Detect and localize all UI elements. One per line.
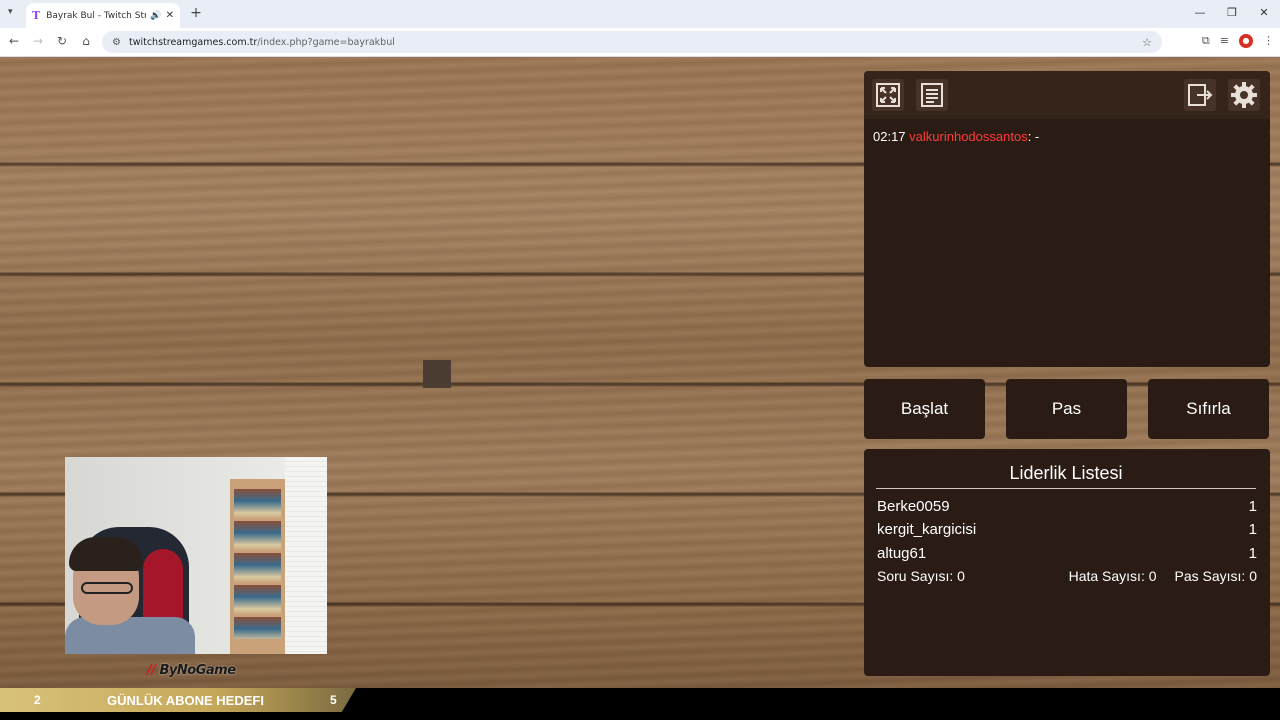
leaderboard-row: altug61 1 bbox=[877, 545, 1257, 562]
leaderboard-row: kergit_kargicisi 1 bbox=[877, 521, 1257, 538]
toolbar-right: ⧉ ≡ ● ⋮ bbox=[1202, 34, 1274, 48]
chat-panel: 02:17 valkurinhodossantos: - bbox=[864, 71, 1270, 367]
close-window-icon[interactable]: ✕ bbox=[1248, 0, 1280, 28]
tab-title: Bayrak Bul - Twitch Stream bbox=[46, 10, 147, 21]
fullscreen-icon[interactable] bbox=[872, 79, 904, 111]
error-count: Hata Sayısı: 0 bbox=[1068, 568, 1157, 584]
browser-toolbar: ← → ↻ ⌂ ⚙ twitchstreamgames.com.tr/index… bbox=[0, 28, 1280, 57]
sub-goal-current: 2 bbox=[34, 693, 41, 707]
url-path: /index.php?game=bayrakbul bbox=[257, 36, 395, 48]
chat-user: valkurinhodossantos bbox=[909, 129, 1028, 144]
arrow-left-icon[interactable]: ← bbox=[6, 34, 22, 48]
sub-goal-target: 5 bbox=[330, 693, 337, 707]
streamer-hair bbox=[69, 537, 143, 571]
restore-icon[interactable]: ❐ bbox=[1216, 0, 1248, 28]
player-score: 1 bbox=[1248, 521, 1257, 538]
star-icon[interactable]: ☆ bbox=[1142, 36, 1152, 49]
window-controls: — ❐ ✕ bbox=[1184, 0, 1280, 28]
chevron-down-icon[interactable]: ▾ bbox=[8, 7, 13, 17]
chat-text: : - bbox=[1027, 129, 1040, 144]
home-icon[interactable]: ⌂ bbox=[78, 34, 94, 48]
address-bar[interactable]: ⚙ twitchstreamgames.com.tr/index.php?gam… bbox=[102, 31, 1162, 53]
bookshelf bbox=[230, 479, 285, 654]
kebab-icon[interactable]: ⋮ bbox=[1263, 34, 1274, 48]
browser-tab-bar: ▾ T Bayrak Bul - Twitch Stream 🔊 ✕ + — ❐… bbox=[0, 0, 1280, 28]
url-text: twitchstreamgames.com.tr/index.php?game=… bbox=[129, 37, 1142, 48]
logout-icon[interactable] bbox=[1184, 79, 1216, 111]
player-score: 1 bbox=[1248, 498, 1257, 515]
player-name: Berke0059 bbox=[877, 498, 950, 515]
plus-icon[interactable]: + bbox=[188, 6, 204, 22]
question-count: Soru Sayısı: 0 bbox=[877, 568, 965, 584]
arrow-right-icon[interactable]: → bbox=[30, 34, 46, 48]
reset-button[interactable]: Sıfırla bbox=[1148, 379, 1269, 439]
streamer-body bbox=[65, 617, 195, 654]
leaderboard-row: Berke0059 1 bbox=[877, 498, 1257, 515]
leaderboard-title: Liderlik Listesi bbox=[876, 463, 1256, 489]
twitch-favicon-icon: T bbox=[32, 9, 41, 22]
sub-goal-bar: 2 GÜNLÜK ABONE HEDEFI 5 bbox=[0, 688, 1280, 720]
streamer-glasses bbox=[81, 582, 133, 594]
puzzle-icon[interactable]: ⧉ bbox=[1202, 34, 1210, 48]
game-stats: Soru Sayısı: 0 Hata Sayısı: 0 Pas Sayısı… bbox=[877, 568, 1257, 584]
pass-count: Pas Sayısı: 0 bbox=[1174, 568, 1257, 584]
url-host: twitchstreamgames.com.tr bbox=[128, 36, 258, 48]
channel-logo-text: ByNoGame bbox=[159, 663, 237, 678]
chat-time: 02:17 bbox=[873, 129, 906, 144]
speaker-icon[interactable]: 🔊 bbox=[150, 11, 161, 21]
start-button[interactable]: Başlat bbox=[864, 379, 985, 439]
tune-icon[interactable]: ⚙ bbox=[112, 37, 121, 48]
flag-placeholder bbox=[423, 360, 451, 388]
panel-toolbar bbox=[864, 71, 1270, 119]
reload-icon[interactable]: ↻ bbox=[54, 34, 70, 48]
minimize-icon[interactable]: — bbox=[1184, 0, 1216, 28]
player-name: kergit_kargicisi bbox=[877, 521, 977, 538]
chat-message: 02:17 valkurinhodossantos: - bbox=[873, 129, 1039, 144]
notes-icon[interactable] bbox=[916, 79, 948, 111]
leaderboard-panel: Liderlik Listesi Berke0059 1 kergit_karg… bbox=[864, 449, 1270, 676]
browser-tab[interactable]: T Bayrak Bul - Twitch Stream 🔊 ✕ bbox=[26, 3, 180, 28]
red-circle-icon[interactable]: ● bbox=[1239, 34, 1253, 48]
close-icon[interactable]: ✕ bbox=[166, 10, 174, 21]
media-icon[interactable]: ≡ bbox=[1220, 34, 1229, 48]
player-name: altug61 bbox=[877, 545, 927, 562]
pass-button[interactable]: Pas bbox=[1006, 379, 1127, 439]
channel-logo: // ByNoGame bbox=[147, 663, 236, 678]
sub-goal-label: GÜNLÜK ABONE HEDEFI bbox=[107, 693, 264, 708]
gear-icon[interactable] bbox=[1228, 79, 1260, 111]
window-blind bbox=[285, 457, 327, 654]
webcam-feed bbox=[65, 457, 327, 654]
player-score: 1 bbox=[1248, 545, 1257, 562]
